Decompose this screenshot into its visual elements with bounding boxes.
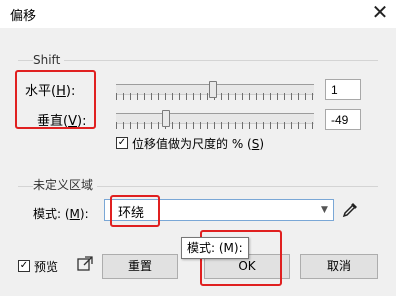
shift-group-label: Shift <box>33 53 65 67</box>
region-group-label: 未定义区域 <box>33 176 98 193</box>
vertical-value-input[interactable] <box>325 109 361 130</box>
chevron-down-icon: ▼ <box>321 205 328 215</box>
vertical-slider-thumb[interactable] <box>161 110 170 127</box>
cancel-button[interactable]: 取消 <box>300 254 378 279</box>
percent-checkbox[interactable]: ✓ <box>116 137 128 149</box>
horizontal-slider-thumb[interactable] <box>209 81 218 98</box>
labels-highlight <box>15 70 96 129</box>
mode-value-highlight <box>110 195 160 227</box>
mode-tooltip: 模式: (M): <box>181 237 249 259</box>
mode-label: 模式: (M): <box>33 207 89 221</box>
popout-icon[interactable] <box>76 255 94 273</box>
shift-group-divider <box>18 60 378 61</box>
horizontal-value-input[interactable] <box>325 79 361 100</box>
preview-checkbox[interactable]: ✓ <box>18 260 30 272</box>
eyedropper-icon[interactable] <box>341 201 359 219</box>
window-title: 偏移 <box>10 9 37 24</box>
close-icon[interactable]: ✕ <box>369 1 391 23</box>
vertical-slider-ticks <box>116 122 314 129</box>
preview-label: 预览 <box>34 260 59 274</box>
title-bar <box>0 0 396 28</box>
reset-button[interactable]: 重置 <box>102 254 178 279</box>
percent-checkbox-label: 位移值做为尺度的 % (S) <box>132 137 265 151</box>
